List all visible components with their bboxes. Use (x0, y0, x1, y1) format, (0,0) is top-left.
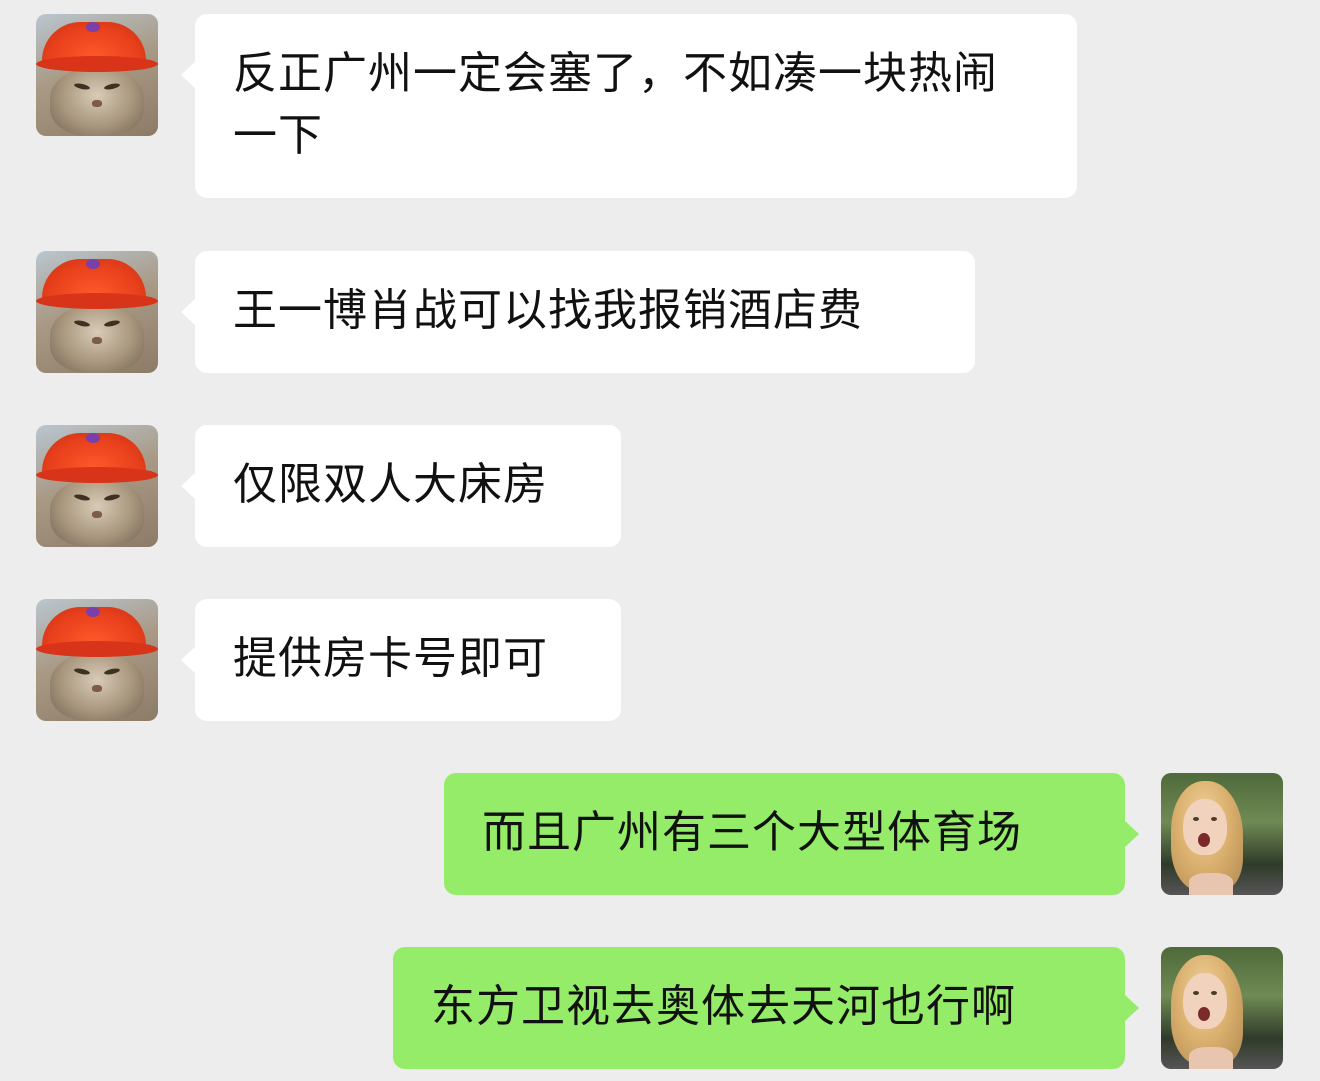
message-bubble[interactable]: 反正广州一定会塞了，不如凑一块热闹一下 (195, 14, 1077, 198)
bubble-tail (181, 62, 195, 88)
message-bubble[interactable]: 提供房卡号即可 (195, 599, 621, 721)
message-text: 反正广州一定会塞了，不如凑一块热闹一下 (233, 48, 998, 161)
message-bubble[interactable]: 而且广州有三个大型体育场 (444, 773, 1125, 895)
girl-avatar[interactable] (1161, 773, 1283, 895)
message-text: 仅限双人大床房 (233, 459, 548, 510)
bubble-tail (181, 473, 195, 499)
chat-message-list: 反正广州一定会塞了，不如凑一块热闹一下 王一博肖战可以找我报销酒店费 仅限双人大… (0, 0, 1320, 1081)
message-bubble[interactable]: 东方卫视去奥体去天河也行啊 (393, 947, 1125, 1069)
message-text: 而且广州有三个大型体育场 (482, 807, 1022, 858)
message-row-incoming: 反正广州一定会塞了，不如凑一块热闹一下 (0, 14, 1320, 198)
cat-avatar[interactable] (36, 599, 158, 721)
message-text: 东方卫视去奥体去天河也行啊 (431, 981, 1016, 1032)
message-row-incoming: 王一博肖战可以找我报销酒店费 (0, 251, 1320, 373)
message-text: 王一博肖战可以找我报销酒店费 (233, 285, 863, 336)
message-bubble[interactable]: 仅限双人大床房 (195, 425, 621, 547)
girl-avatar[interactable] (1161, 947, 1283, 1069)
message-text: 提供房卡号即可 (233, 633, 548, 684)
message-row-outgoing: 而且广州有三个大型体育场 (0, 773, 1320, 895)
bubble-tail (181, 299, 195, 325)
cat-avatar[interactable] (36, 251, 158, 373)
bubble-tail (181, 647, 195, 673)
message-row-incoming: 仅限双人大床房 (0, 425, 1320, 547)
message-bubble[interactable]: 王一博肖战可以找我报销酒店费 (195, 251, 975, 373)
cat-avatar[interactable] (36, 425, 158, 547)
message-row-outgoing: 东方卫视去奥体去天河也行啊 (0, 947, 1320, 1069)
cat-avatar[interactable] (36, 14, 158, 136)
message-row-incoming: 提供房卡号即可 (0, 599, 1320, 721)
bubble-tail (1125, 821, 1139, 847)
bubble-tail (1125, 995, 1139, 1021)
